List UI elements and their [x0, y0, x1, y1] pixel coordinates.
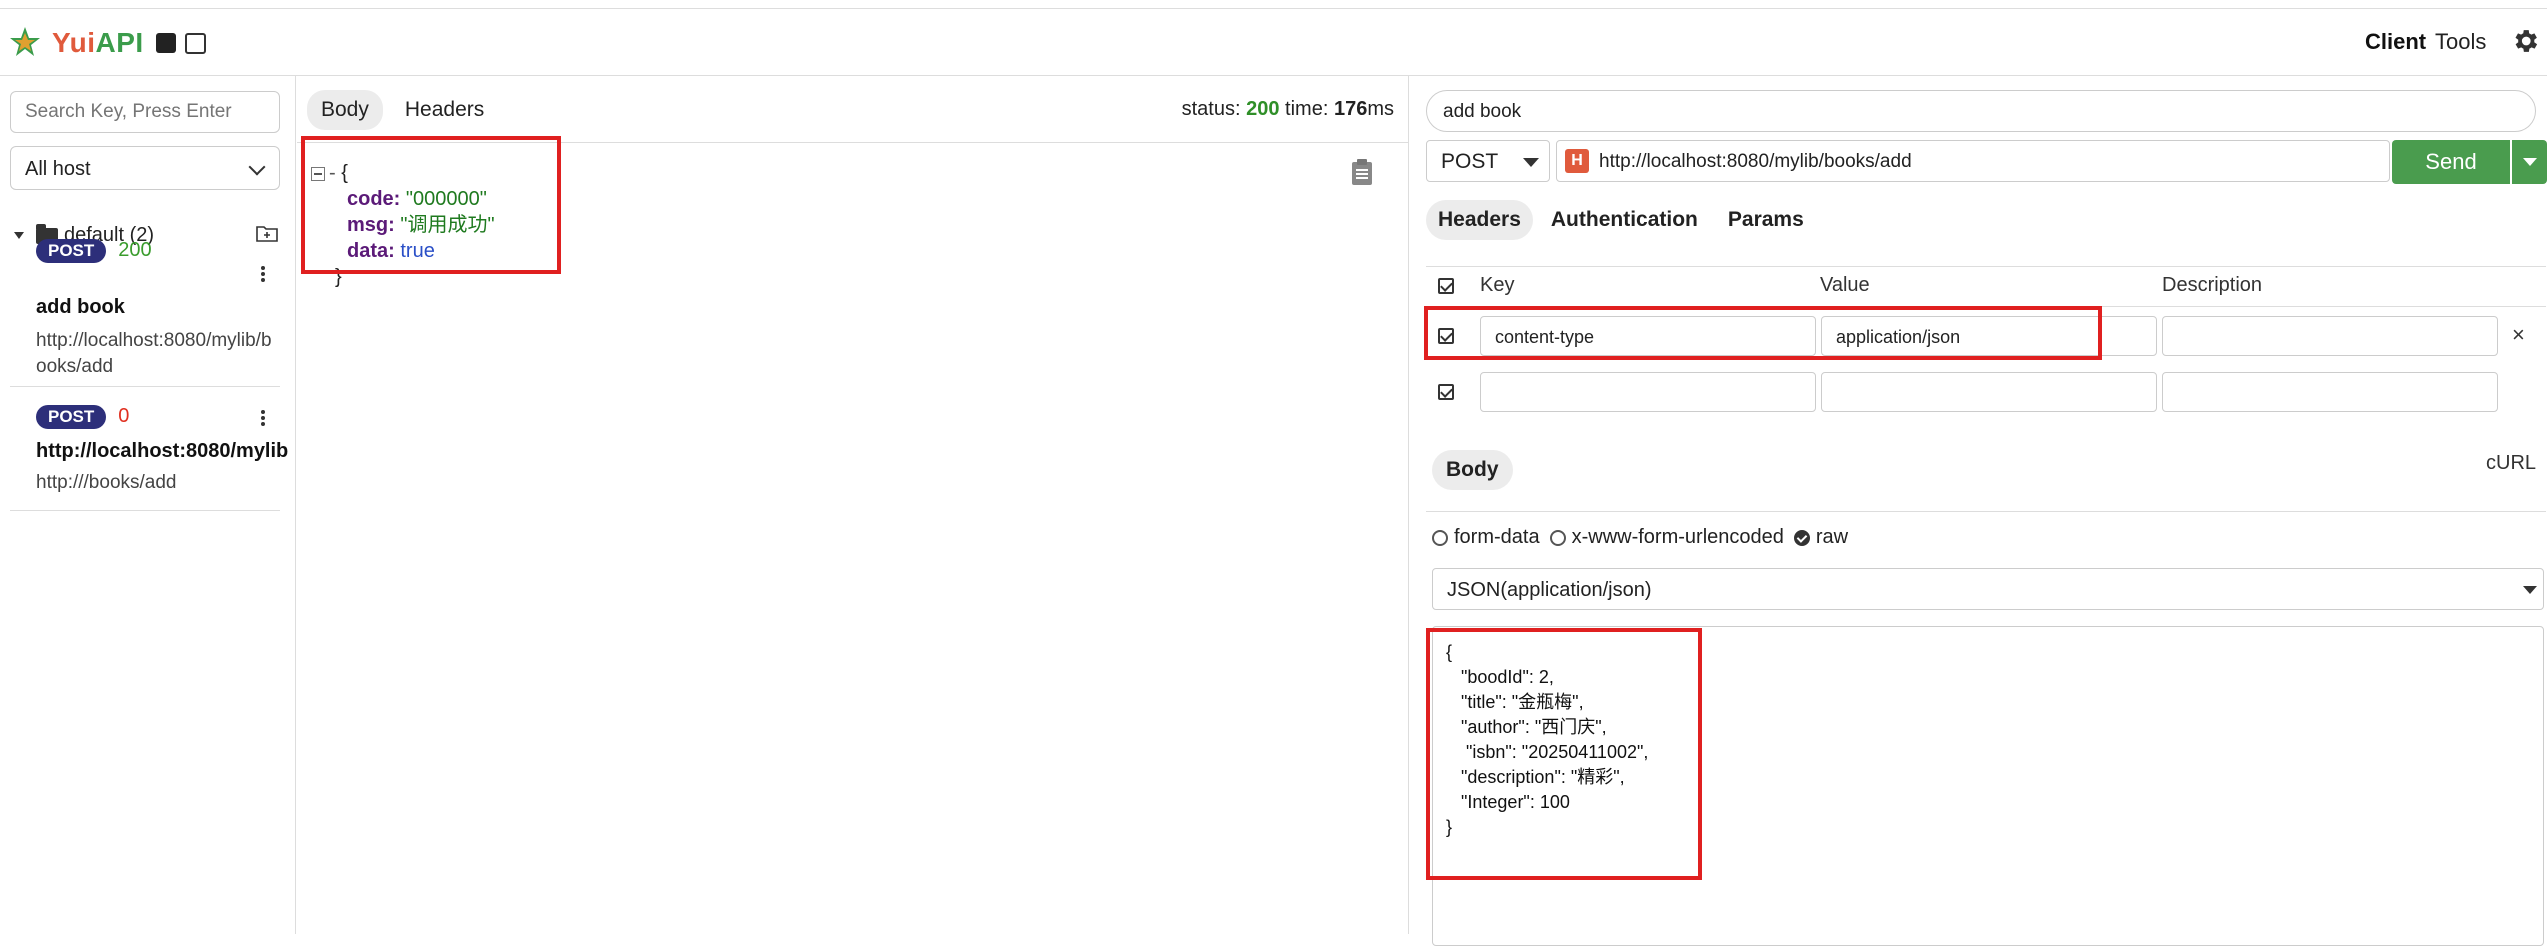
radio-icon	[1432, 529, 1448, 546]
more-menu-icon[interactable]	[260, 408, 266, 428]
column-description: Description	[2162, 274, 2263, 296]
yuiapi-logo-icon	[10, 27, 40, 56]
url-history-icon: H	[1565, 149, 1589, 173]
url-input[interactable]: Hhttp://localhost:8080/mylib/books/add	[1556, 140, 2390, 182]
method-badge: POST	[36, 405, 107, 429]
highlight-box	[1424, 306, 2102, 360]
gear-icon[interactable]	[2510, 26, 2540, 56]
tab-headers[interactable]: Headers	[1426, 200, 1533, 240]
header-description-field[interactable]	[2162, 372, 2498, 412]
body-type-radios: form-data x-www-form-urlencoded raw	[1432, 526, 1848, 549]
status-code: 0	[118, 405, 130, 427]
caret-down-icon	[14, 232, 24, 239]
header-row-checkbox[interactable]	[1438, 384, 1454, 400]
request-item-url: http://localhost:8080/mylib/b ooks/add	[36, 330, 272, 377]
request-name-input[interactable]: add book	[1426, 90, 2536, 132]
status-code: 200	[118, 239, 152, 261]
chevron-down-icon	[248, 158, 266, 176]
app-brand: YuiAPI	[52, 27, 144, 58]
caret-down-icon	[2523, 586, 2537, 594]
nav-client[interactable]: Client	[2365, 29, 2426, 55]
tab-params[interactable]: Params	[1716, 200, 1816, 240]
column-value: Value	[1820, 274, 1870, 296]
divider	[1426, 266, 2546, 267]
highlight-box	[1426, 628, 1702, 880]
request-item[interactable]: POST 200	[36, 161, 152, 263]
top-bar: YuiAPI Client Tools	[0, 8, 2547, 76]
add-folder-icon[interactable]	[256, 224, 278, 242]
tab-authentication[interactable]: Authentication	[1539, 200, 1710, 240]
send-dropdown-button[interactable]	[2512, 140, 2547, 184]
send-button[interactable]: Send	[2392, 140, 2510, 184]
method-select[interactable]: POST	[1426, 140, 1550, 182]
column-key: Key	[1480, 274, 1515, 296]
clipboard-icon[interactable]	[1350, 158, 1374, 186]
radio-urlencoded[interactable]: x-www-form-urlencoded	[1549, 526, 1784, 549]
divider	[10, 386, 280, 387]
request-item[interactable]: POST 0	[36, 405, 129, 429]
tab-body[interactable]: Body	[1432, 450, 1513, 490]
curl-link[interactable]: cURL	[2486, 452, 2536, 475]
select-all-checkbox[interactable]	[1438, 278, 1454, 294]
tab-body[interactable]: Body	[307, 90, 383, 130]
divider	[10, 510, 280, 511]
more-menu-icon[interactable]	[260, 264, 266, 284]
method-badge: POST	[36, 239, 107, 263]
tab-headers[interactable]: Headers	[391, 90, 498, 130]
remove-header-button[interactable]: ×	[2512, 322, 2525, 348]
divider	[1426, 511, 2546, 512]
request-item-title[interactable]: add book	[36, 296, 125, 319]
light-theme-toggle[interactable]	[185, 33, 206, 54]
request-item-title[interactable]: http://localhost:8080/mylib	[36, 440, 288, 463]
highlight-box	[301, 136, 561, 274]
sidebar: All host default (2) POST200 add book ht…	[0, 76, 296, 934]
radio-form-data[interactable]: form-data	[1432, 526, 1540, 549]
status-value: 200	[1246, 98, 1280, 120]
content-type-select[interactable]: JSON(application/json)	[1432, 568, 2544, 610]
request-item-url: http:///books/add	[36, 472, 177, 493]
radio-raw[interactable]: raw	[1793, 526, 1848, 549]
time-value: 176	[1333, 98, 1368, 120]
search-input[interactable]	[10, 91, 280, 133]
radio-icon	[1549, 529, 1566, 546]
header-key-field[interactable]	[1480, 372, 1816, 412]
header-description-field[interactable]	[2162, 316, 2498, 356]
nav-tools[interactable]: Tools	[2435, 29, 2486, 55]
caret-down-icon	[1523, 158, 1539, 167]
header-value-field[interactable]	[1821, 372, 2157, 412]
request-panel: add book POST Hhttp://localhost:8080/myl…	[1410, 76, 2547, 946]
dark-theme-toggle[interactable]	[156, 33, 176, 53]
response-panel: Body Headers status: 200 time: 176ms - {…	[297, 76, 1409, 934]
response-status: status: 200 time: 176ms	[1181, 98, 1394, 120]
radio-checked-icon	[1793, 529, 1810, 546]
